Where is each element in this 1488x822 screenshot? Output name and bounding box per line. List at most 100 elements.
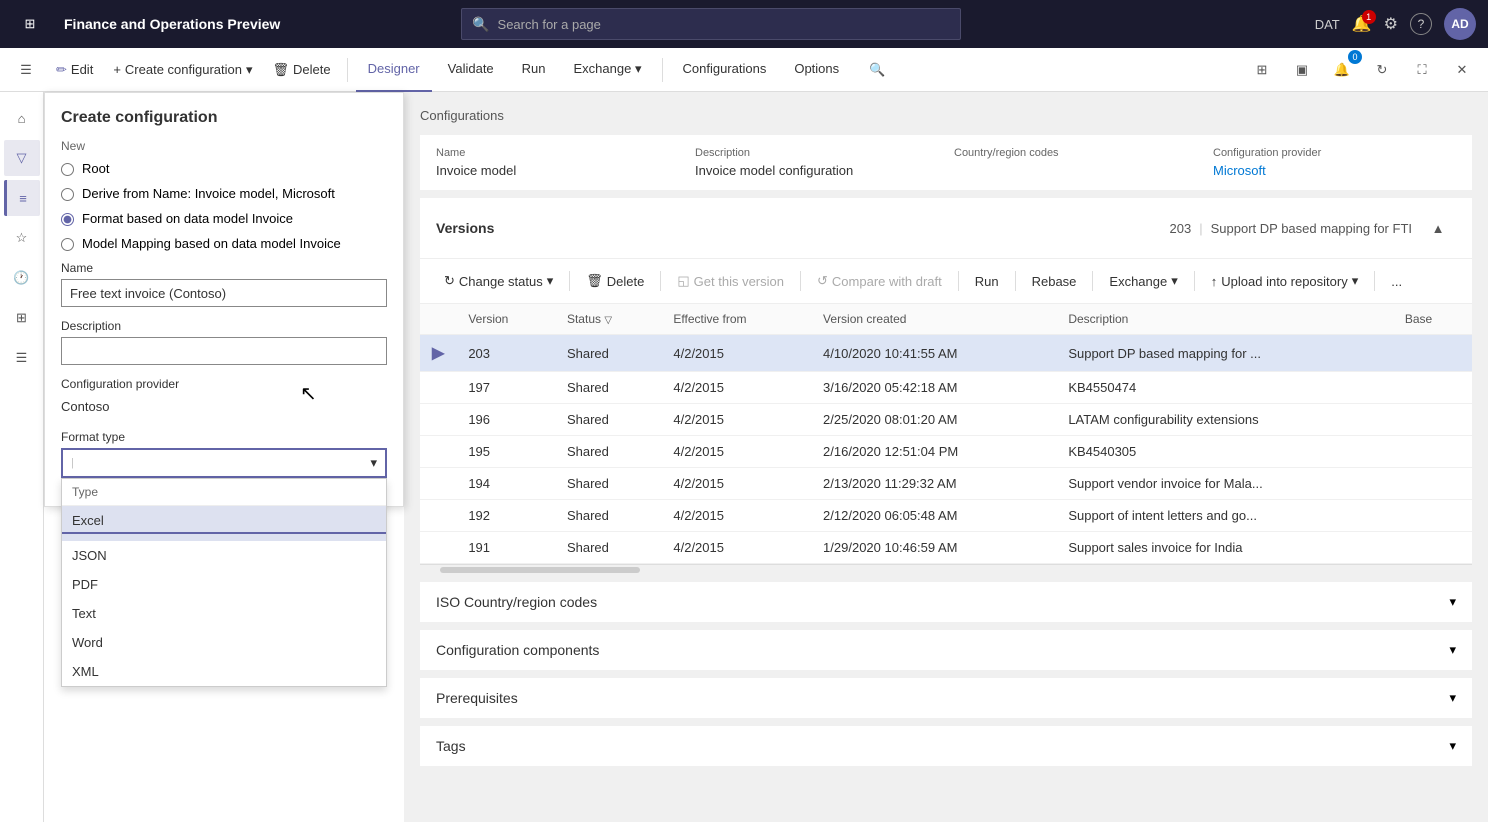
badge-button[interactable]: 🔔 0	[1324, 52, 1360, 88]
list-icon-btn[interactable]: ≡	[4, 180, 40, 216]
tab-run[interactable]: Run	[510, 48, 558, 92]
star-icon-btn[interactable]: ☆	[4, 220, 40, 256]
edit-button[interactable]: ✏ Edit	[48, 54, 101, 86]
prerequisites-section-header[interactable]: Prerequisites ▾	[420, 678, 1472, 718]
provider-field-link[interactable]: Microsoft	[1213, 163, 1456, 178]
description-input[interactable]	[61, 337, 387, 365]
scroll-thumb[interactable]	[440, 567, 640, 573]
col-status[interactable]: Status ▽	[555, 304, 661, 335]
name-input[interactable]	[61, 279, 387, 307]
country-field-label: Country/region codes	[954, 147, 1197, 159]
table-row[interactable]: 197 Shared 4/2/2015 3/16/2020 05:42:18 A…	[420, 372, 1472, 404]
menu-icon-btn[interactable]: ☰	[4, 340, 40, 376]
radio-derive-input[interactable]	[61, 188, 74, 201]
row-version: 196	[456, 404, 555, 436]
table-row[interactable]: 194 Shared 4/2/2015 2/13/2020 11:29:32 A…	[420, 468, 1472, 500]
radio-root-option[interactable]: Root	[61, 161, 387, 176]
dropdown-item-text[interactable]: Text	[62, 599, 386, 628]
name-label: Name	[61, 261, 387, 275]
sidebar-toggle-button[interactable]: ☰	[8, 52, 44, 88]
iso-chevron-icon: ▾	[1449, 594, 1456, 610]
grid-icon-btn[interactable]: ⊞	[4, 300, 40, 336]
radio-format-input[interactable]	[61, 213, 74, 226]
iso-section-header[interactable]: ISO Country/region codes ▾	[420, 582, 1472, 622]
radio-derive-label: Derive from Name: Invoice model, Microso…	[82, 186, 335, 201]
format-type-dropdown[interactable]: | ▾ Type Excel JSON PDF Text Word XML	[61, 448, 387, 478]
pin-button[interactable]: ⊞	[1244, 52, 1280, 88]
versions-collapse-btn[interactable]: ▲	[1420, 210, 1456, 246]
settings-button[interactable]: ⚙	[1384, 14, 1398, 34]
provider-group: Configuration provider Contoso	[61, 377, 387, 418]
exchange-button[interactable]: Exchange ▾	[1101, 267, 1185, 295]
row-status: Shared	[555, 436, 661, 468]
waffle-menu-button[interactable]: ⊞	[12, 6, 48, 42]
search-filter-button[interactable]: 🔍	[859, 52, 895, 88]
more-button[interactable]: ...	[1383, 267, 1410, 295]
tags-section-header[interactable]: Tags ▾	[420, 726, 1472, 766]
fullscreen-button[interactable]: ⛶	[1404, 52, 1440, 88]
tab-exchange[interactable]: Exchange ▾	[562, 48, 654, 92]
filter-icon-btn[interactable]: ▽	[4, 140, 40, 176]
dropdown-item-json[interactable]: JSON	[62, 541, 386, 570]
row-created: 2/16/2020 12:51:04 PM	[811, 436, 1056, 468]
notifications-button[interactable]: 🔔 1	[1352, 14, 1372, 34]
delete-icon: 🗑	[273, 62, 290, 78]
tab-configurations[interactable]: Configurations	[671, 48, 779, 92]
create-config-button[interactable]: + Create configuration ▾	[105, 54, 260, 86]
radio-format-option[interactable]: Format based on data model Invoice	[61, 211, 387, 226]
tags-chevron-icon: ▾	[1449, 738, 1456, 754]
table-row[interactable]: 191 Shared 4/2/2015 1/29/2020 10:46:59 A…	[420, 532, 1472, 564]
row-effective: 4/2/2015	[661, 335, 811, 372]
tab-designer[interactable]: Designer	[356, 48, 432, 92]
radio-mapping-input[interactable]	[61, 238, 74, 251]
description-field-value: Invoice model configuration	[695, 163, 938, 178]
radio-root-input[interactable]	[61, 163, 74, 176]
row-description: LATAM configurability extensions	[1056, 404, 1393, 436]
dropdown-item-xml[interactable]: XML	[62, 657, 386, 686]
delete-button[interactable]: 🗑 Delete	[265, 54, 339, 86]
panel-title: Create configuration	[61, 109, 387, 127]
tab-options[interactable]: Options	[782, 48, 851, 92]
col-effective[interactable]: Effective from	[661, 304, 811, 335]
edit-icon: ✏	[56, 62, 67, 78]
horizontal-scrollbar[interactable]	[420, 564, 1472, 574]
dropdown-item-excel[interactable]: Excel	[62, 506, 386, 541]
compare-button[interactable]: ↺ Compare with draft	[809, 267, 950, 295]
row-effective: 4/2/2015	[661, 500, 811, 532]
radio-mapping-option[interactable]: Model Mapping based on data model Invoic…	[61, 236, 387, 251]
avatar[interactable]: AD	[1444, 8, 1476, 40]
col-description[interactable]: Description	[1056, 304, 1393, 335]
dropdown-item-pdf[interactable]: PDF	[62, 570, 386, 599]
radio-derive-option[interactable]: Derive from Name: Invoice model, Microso…	[61, 186, 387, 201]
table-row[interactable]: 196 Shared 4/2/2015 2/25/2020 08:01:20 A…	[420, 404, 1472, 436]
components-section-header[interactable]: Configuration components ▾	[420, 630, 1472, 670]
row-base	[1393, 468, 1472, 500]
get-version-button[interactable]: ◱ Get this version	[669, 267, 792, 295]
col-version[interactable]: Version	[456, 304, 555, 335]
row-description: Support vendor invoice for Mala...	[1056, 468, 1393, 500]
table-row[interactable]: ▶ 203 Shared 4/2/2015 4/10/2020 10:41:55…	[420, 335, 1472, 372]
tab-validate[interactable]: Validate	[436, 48, 506, 92]
table-row[interactable]: 195 Shared 4/2/2015 2/16/2020 12:51:04 P…	[420, 436, 1472, 468]
rebase-button[interactable]: Rebase	[1024, 267, 1085, 295]
row-indicator	[420, 468, 456, 500]
layout-button[interactable]: ▣	[1284, 52, 1320, 88]
iso-title: ISO Country/region codes	[436, 594, 597, 610]
version-separator: |	[1199, 221, 1202, 236]
dropdown-item-word[interactable]: Word	[62, 628, 386, 657]
change-status-button[interactable]: ↻ Change status ▾	[436, 267, 561, 295]
format-type-input[interactable]: | ▾	[61, 448, 387, 478]
close-button[interactable]: ✕	[1444, 52, 1480, 88]
table-row[interactable]: 192 Shared 4/2/2015 2/12/2020 06:05:48 A…	[420, 500, 1472, 532]
home-icon-btn[interactable]: ⌂	[4, 100, 40, 136]
search-bar[interactable]: 🔍 Search for a page	[461, 8, 961, 40]
col-created[interactable]: Version created	[811, 304, 1056, 335]
clock-icon-btn[interactable]: 🕐	[4, 260, 40, 296]
help-button[interactable]: ?	[1410, 13, 1432, 35]
run-button[interactable]: Run	[967, 267, 1007, 295]
upload-button[interactable]: ↑ Upload into repository ▾	[1203, 267, 1367, 295]
upload-icon: ↑	[1211, 274, 1218, 289]
refresh-button[interactable]: ↻	[1364, 52, 1400, 88]
toolbar-badge: 0	[1348, 50, 1362, 64]
versions-delete-button[interactable]: 🗑 Delete	[578, 267, 652, 295]
